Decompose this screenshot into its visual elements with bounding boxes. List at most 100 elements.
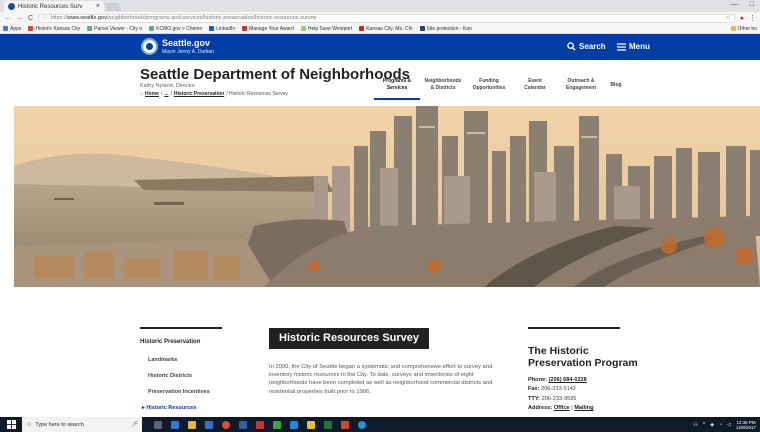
back-arrow-icon[interactable]: ←: [4, 15, 11, 22]
article-body: In 2000, the City of Seattle began a sys…: [269, 364, 493, 395]
wifi-icon[interactable]: ◔: [719, 422, 722, 428]
minimize-button[interactable]: —: [731, 1, 738, 8]
phone-line: Phone: (206) 684-0228: [528, 377, 587, 383]
network-icon[interactable]: ◈: [710, 422, 714, 428]
bookmark-linkedin[interactable]: LinkedIn: [209, 26, 235, 32]
file-explorer-icon[interactable]: [188, 420, 196, 429]
nav-funding-opportunities[interactable]: Funding Opportunities: [466, 78, 512, 100]
address-line: Address: Office | Mailing: [528, 405, 594, 412]
windows-taskbar: ○ Type here to search 🎤︎ ⚇ ^ ◈ ◔ ◁ 12:36…: [0, 417, 760, 432]
store-icon[interactable]: [205, 420, 213, 429]
bookmark-parcel-viewer[interactable]: Parcel Viewer - City o: [87, 26, 142, 32]
nav-blog[interactable]: Blog: [604, 78, 628, 100]
maximize-button[interactable]: □: [750, 1, 754, 8]
address-office-link[interactable]: Office: [554, 405, 570, 411]
bookmark-help-save-westport[interactable]: Help Save Westport: [300, 26, 352, 32]
photos-icon[interactable]: [290, 420, 298, 429]
volume-icon[interactable]: ◁: [727, 422, 731, 428]
sidebar-item-preservation-incentives[interactable]: Preservation Incentives: [140, 389, 222, 405]
sidebar-item-landmarks[interactable]: Landmarks: [140, 357, 222, 373]
search-icon: [567, 42, 576, 51]
taskbar-search-box[interactable]: ○ Type here to search 🎤︎: [22, 417, 142, 432]
bookmark-star-icon[interactable]: ☆: [726, 15, 731, 21]
forward-arrow-icon[interactable]: →: [16, 15, 23, 22]
powerpoint-icon[interactable]: [341, 420, 349, 429]
nav-programs-services[interactable]: Programs & Services: [374, 78, 420, 100]
nav-event-calendar[interactable]: Event Calendar: [512, 78, 558, 100]
breadcrumb-current: / Historic Resources Survey: [226, 91, 288, 97]
cortana-circle-icon: ○: [27, 421, 32, 428]
chrome-icon[interactable]: [222, 420, 230, 429]
youtube-icon: [359, 26, 365, 31]
bookmark-historic-kansas-city[interactable]: Historic Kansas City: [28, 26, 80, 32]
bookmark-site-protection[interactable]: Site protection - Kan: [419, 26, 472, 32]
breadcrumb-ellipsis[interactable]: ...: [164, 91, 168, 97]
people-icon[interactable]: ⚇: [693, 422, 697, 428]
tty-line: TTY: 206-233-9595: [528, 395, 577, 402]
browser-menu-icon[interactable]: ⋮: [749, 14, 756, 22]
sticky-notes-icon[interactable]: [307, 420, 315, 429]
excel-icon[interactable]: [324, 420, 332, 429]
home-icon[interactable]: ⌂: [140, 91, 143, 97]
folder-icon: [730, 26, 736, 31]
breadcrumb-home[interactable]: Home: [145, 91, 159, 97]
address-mailing-link[interactable]: Mailing: [574, 405, 593, 411]
taskbar-search-placeholder: Type here to search: [35, 421, 84, 428]
acrobat-icon[interactable]: [256, 420, 264, 429]
task-view-icon[interactable]: [154, 420, 162, 429]
maps-icon[interactable]: [273, 420, 281, 429]
nav-outreach-engagement[interactable]: Outreach & Engagement: [558, 78, 604, 100]
nav-neighborhoods-districts[interactable]: Neighborhoods & Districts: [420, 78, 466, 100]
browser-tab[interactable]: Historic Resources Surv ×: [4, 1, 104, 12]
fax-line: Fax: 206-233-5142: [528, 386, 576, 393]
close-tab-icon[interactable]: ×: [96, 3, 100, 10]
taskbar-apps: [154, 420, 366, 429]
ie-icon[interactable]: [358, 420, 366, 429]
clock[interactable]: 12:36 PM 12/8/2017: [736, 420, 756, 430]
bookmark-kcmo[interactable]: KCMO.gov » Chemo: [149, 26, 202, 32]
sidebar-heading[interactable]: Historic Preservation: [140, 339, 222, 345]
bookmark-apps[interactable]: Apps: [3, 26, 21, 32]
info-icon: ⓘ: [42, 16, 48, 22]
url-path: /neighborhoods/programs-and-services/his…: [106, 15, 317, 21]
mayor-name: Mayor Jenny A. Durkan: [162, 49, 214, 55]
site-name[interactable]: Seattle.gov: [162, 38, 210, 48]
outlook-icon[interactable]: [239, 420, 247, 429]
search-button[interactable]: Search: [567, 42, 606, 51]
breadcrumb-historic-preservation[interactable]: Historic Preservation: [174, 91, 224, 97]
other-bookmarks[interactable]: Other bo: [730, 26, 757, 32]
system-tray: ⚇ ^ ◈ ◔ ◁ 12:36 PM 12/8/2017: [693, 420, 760, 430]
bookmark-kansas-city-mo[interactable]: Kansas City, Mo. Chi: [359, 26, 413, 32]
breadcrumb-separator: /: [160, 91, 163, 97]
url-scheme: https://: [50, 15, 68, 21]
breadcrumb: ⌂ Home / ... / Historic Preservation / H…: [140, 91, 288, 97]
department-title[interactable]: Seattle Department of Neighborhoods: [140, 66, 410, 83]
caret-right-icon: ▸: [142, 405, 145, 411]
browser-toolbar: ← → C ⓘ https://www.seattle.gov/neighbor…: [0, 12, 760, 24]
house-icon: [28, 26, 34, 31]
site-icon: [419, 26, 425, 31]
bookmark-manage-award[interactable]: Manage Your Award: [242, 26, 294, 32]
start-button[interactable]: [0, 420, 22, 429]
program-rule: [528, 327, 620, 329]
phone-link[interactable]: (206) 684-0228: [549, 377, 587, 383]
sidebar-item-historic-districts[interactable]: Historic Districts: [140, 373, 222, 389]
microphone-icon[interactable]: 🎤︎: [131, 422, 138, 428]
apps-grid-icon: [3, 26, 8, 31]
address-bar[interactable]: ⓘ https://www.seattle.gov/neighborhoods/…: [38, 13, 735, 23]
chevron-up-icon[interactable]: ^: [703, 422, 705, 428]
new-tab-button[interactable]: [104, 3, 122, 11]
contact-info: Phone: (206) 684-0228 Fax: 206-233-5142 …: [528, 376, 594, 414]
extension-icon[interactable]: ●: [740, 15, 744, 22]
hero-skyline-image: [14, 106, 760, 287]
site-icon: [300, 26, 306, 31]
reload-icon[interactable]: C: [28, 15, 33, 22]
site-icon: [149, 26, 155, 31]
menu-button[interactable]: Menu: [617, 42, 650, 51]
page-title: Historic Resources Survey: [269, 328, 430, 349]
city-seal-icon[interactable]: [141, 38, 158, 55]
seattle-favicon-icon: [8, 3, 15, 10]
section-sidebar: Historic Preservation Landmarks Historic…: [140, 327, 222, 421]
edge-icon[interactable]: [171, 420, 179, 429]
director-name: Kathy Nyland, Director: [140, 83, 196, 89]
